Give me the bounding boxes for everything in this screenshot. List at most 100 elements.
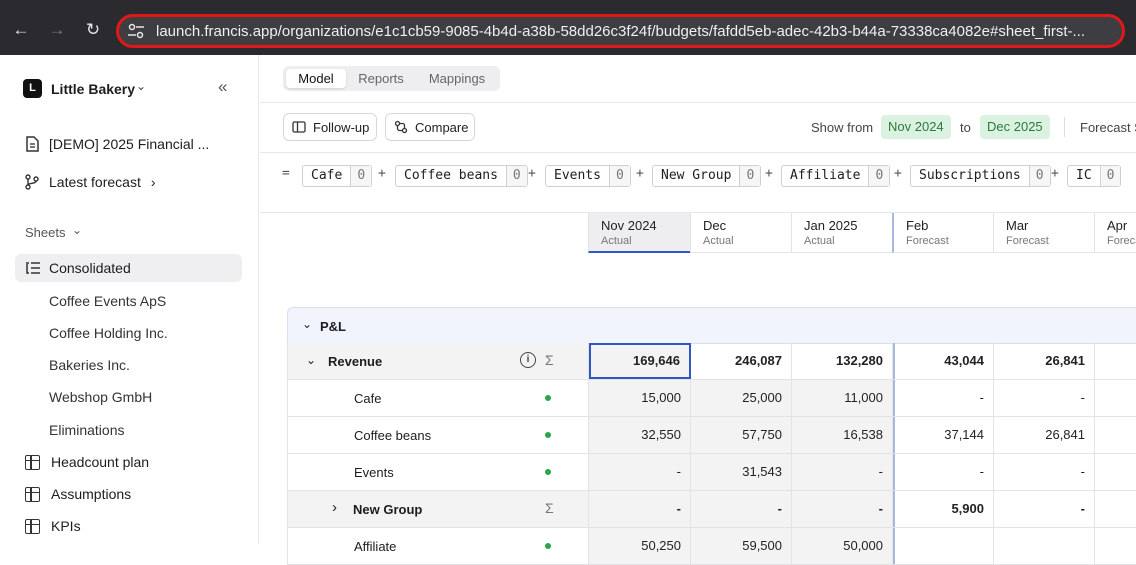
table-cell[interactable] bbox=[1095, 417, 1136, 453]
table-cell[interactable]: 31,543 bbox=[691, 454, 792, 490]
chevron-down-icon[interactable]: ⌄ bbox=[72, 223, 82, 237]
table-cell[interactable]: - bbox=[792, 491, 893, 527]
sidebar-item-subsidiary[interactable]: Bakeries Inc. bbox=[49, 357, 130, 373]
sidebar-item-subsidiary[interactable]: Coffee Events ApS bbox=[49, 293, 166, 309]
table-cell[interactable]: 246,087 bbox=[691, 343, 792, 379]
column-header[interactable]: Apr Forecast bbox=[1094, 213, 1136, 253]
tab-reports[interactable]: Reports bbox=[349, 69, 413, 88]
table-row[interactable]: Cafe 15,000 25,000 11,000 - - bbox=[287, 380, 1136, 417]
row-name-cell[interactable]: › New Group Σ bbox=[288, 491, 589, 527]
formula-chip[interactable]: IC 0 bbox=[1067, 165, 1122, 187]
follow-up-button[interactable]: Follow-up bbox=[283, 113, 377, 141]
column-header[interactable]: Feb Forecast bbox=[892, 213, 993, 253]
formula-chip[interactable]: Events 0 bbox=[545, 165, 631, 187]
table-cell[interactable]: - bbox=[994, 380, 1095, 416]
table-cell[interactable]: - bbox=[893, 454, 994, 490]
table-cell[interactable]: 16,538 bbox=[792, 417, 893, 453]
divider bbox=[260, 102, 1136, 103]
formula-chip[interactable]: New Group 0 bbox=[652, 165, 762, 187]
sidebar-item-subsidiary[interactable]: Coffee Holding Inc. bbox=[49, 325, 168, 341]
chevron-down-icon[interactable]: ⌄ bbox=[302, 317, 312, 331]
table-cell[interactable] bbox=[994, 528, 1095, 564]
table-row[interactable]: ⌄ Revenue i Σ 169,646 246,087 132,280 43… bbox=[287, 343, 1136, 380]
table-cell[interactable]: 26,841 bbox=[994, 417, 1095, 453]
forecast-settings-label[interactable]: Forecast S bbox=[1080, 120, 1136, 135]
row-name-cell[interactable]: Coffee beans bbox=[288, 417, 589, 453]
table-cell[interactable]: - bbox=[589, 454, 691, 490]
chevron-right-icon[interactable]: › bbox=[332, 499, 337, 516]
sidebar-item-subsidiary[interactable]: Webshop GmbH bbox=[49, 389, 152, 405]
column-header[interactable]: Nov 2024 Actual bbox=[588, 213, 690, 253]
chevron-down-icon[interactable]: ⌄ bbox=[306, 353, 316, 367]
sidebar-item-budget[interactable]: [DEMO] 2025 Financial ... bbox=[23, 133, 209, 155]
table-cell[interactable]: 15,000 bbox=[589, 380, 691, 416]
table-cell[interactable] bbox=[1095, 454, 1136, 490]
table-cell[interactable]: - bbox=[994, 454, 1095, 490]
table-row[interactable]: Events - 31,543 - - - bbox=[287, 454, 1136, 491]
table-cell[interactable] bbox=[1095, 491, 1136, 527]
info-icon[interactable]: i bbox=[520, 352, 536, 368]
row-name-cell[interactable]: ⌄ Revenue i Σ bbox=[288, 343, 589, 379]
table-cell[interactable]: - bbox=[589, 491, 691, 527]
formula-bar: = Cafe 0 + Coffee beans 0 + Events 0 + N… bbox=[260, 163, 1136, 187]
document-icon bbox=[26, 136, 39, 152]
compare-button[interactable]: Compare bbox=[385, 113, 475, 141]
table-cell[interactable]: 50,000 bbox=[792, 528, 893, 564]
row-name-cell[interactable]: Affiliate bbox=[288, 528, 589, 564]
table-cell[interactable] bbox=[1095, 380, 1136, 416]
table-cell[interactable]: 132,280 bbox=[792, 343, 893, 379]
table-cell[interactable]: 50,250 bbox=[589, 528, 691, 564]
formula-chip[interactable]: Affiliate 0 bbox=[781, 165, 891, 187]
formula-chip[interactable]: Coffee beans 0 bbox=[395, 165, 528, 187]
table-cell[interactable]: 11,000 bbox=[792, 380, 893, 416]
table-cell[interactable]: - bbox=[691, 491, 792, 527]
formula-chip[interactable]: Cafe 0 bbox=[302, 165, 373, 187]
table-cell[interactable]: 37,144 bbox=[893, 417, 994, 453]
table-cell[interactable] bbox=[893, 528, 994, 564]
collapse-sidebar-icon[interactable]: « bbox=[218, 77, 227, 97]
date-from-picker[interactable]: Nov 2024 bbox=[881, 115, 951, 139]
column-type: Actual bbox=[804, 235, 835, 247]
table-cell[interactable]: 59,500 bbox=[691, 528, 792, 564]
equals-sign: = bbox=[282, 166, 290, 181]
table-cell[interactable]: 25,000 bbox=[691, 380, 792, 416]
tab-model[interactable]: Model bbox=[286, 69, 346, 88]
table-cell[interactable]: - bbox=[994, 491, 1095, 527]
table-cell[interactable]: 26,841 bbox=[994, 343, 1095, 379]
sidebar-item-headcount[interactable]: Headcount plan bbox=[25, 451, 149, 473]
table-row[interactable]: › New Group Σ - - - 5,900 - bbox=[287, 491, 1136, 528]
reload-icon[interactable]: ↻ bbox=[81, 18, 105, 42]
section-header[interactable]: ⌄ P&L bbox=[287, 307, 1136, 344]
back-icon[interactable]: ← bbox=[9, 18, 33, 42]
table-cell[interactable]: 57,750 bbox=[691, 417, 792, 453]
site-settings-icon[interactable] bbox=[127, 23, 145, 39]
address-bar[interactable]: launch.francis.app/organizations/e1c1cb5… bbox=[116, 14, 1125, 48]
forward-icon[interactable]: → bbox=[45, 18, 69, 42]
table-cell[interactable]: 32,550 bbox=[589, 417, 691, 453]
table-cell[interactable]: - bbox=[893, 380, 994, 416]
table-row[interactable]: Coffee beans 32,550 57,750 16,538 37,144… bbox=[287, 417, 1136, 454]
url-text[interactable]: launch.francis.app/organizations/e1c1cb5… bbox=[156, 23, 1118, 40]
sidebar-item-subsidiary[interactable]: Eliminations bbox=[49, 422, 124, 438]
row-name-cell[interactable]: Cafe bbox=[288, 380, 589, 416]
sheets-section-label[interactable]: Sheets bbox=[25, 225, 65, 240]
column-header[interactable]: Jan 2025 Actual bbox=[791, 213, 892, 253]
row-name-cell[interactable]: Events bbox=[288, 454, 589, 490]
table-cell[interactable]: 5,900 bbox=[893, 491, 994, 527]
date-to-picker[interactable]: Dec 2025 bbox=[980, 115, 1050, 139]
table-row[interactable]: Affiliate 50,250 59,500 50,000 bbox=[287, 528, 1136, 565]
sidebar-item-consolidated-row[interactable]: Consolidated bbox=[25, 257, 131, 279]
sidebar-item-assumptions[interactable]: Assumptions bbox=[25, 483, 131, 505]
table-cell[interactable] bbox=[1095, 528, 1136, 564]
column-header[interactable]: Dec Actual bbox=[690, 213, 791, 253]
column-header[interactable]: Mar Forecast bbox=[993, 213, 1094, 253]
table-cell[interactable]: 43,044 bbox=[893, 343, 994, 379]
table-cell[interactable] bbox=[1095, 343, 1136, 379]
table-cell[interactable]: 169,646 bbox=[589, 343, 691, 379]
status-dot bbox=[545, 432, 551, 438]
formula-chip[interactable]: Subscriptions 0 bbox=[910, 165, 1051, 187]
tab-mappings[interactable]: Mappings bbox=[419, 69, 495, 88]
table-cell[interactable]: - bbox=[792, 454, 893, 490]
sidebar-item-forecast[interactable]: Latest forecast › bbox=[23, 171, 156, 193]
sidebar-item-kpis[interactable]: KPIs bbox=[25, 515, 81, 537]
